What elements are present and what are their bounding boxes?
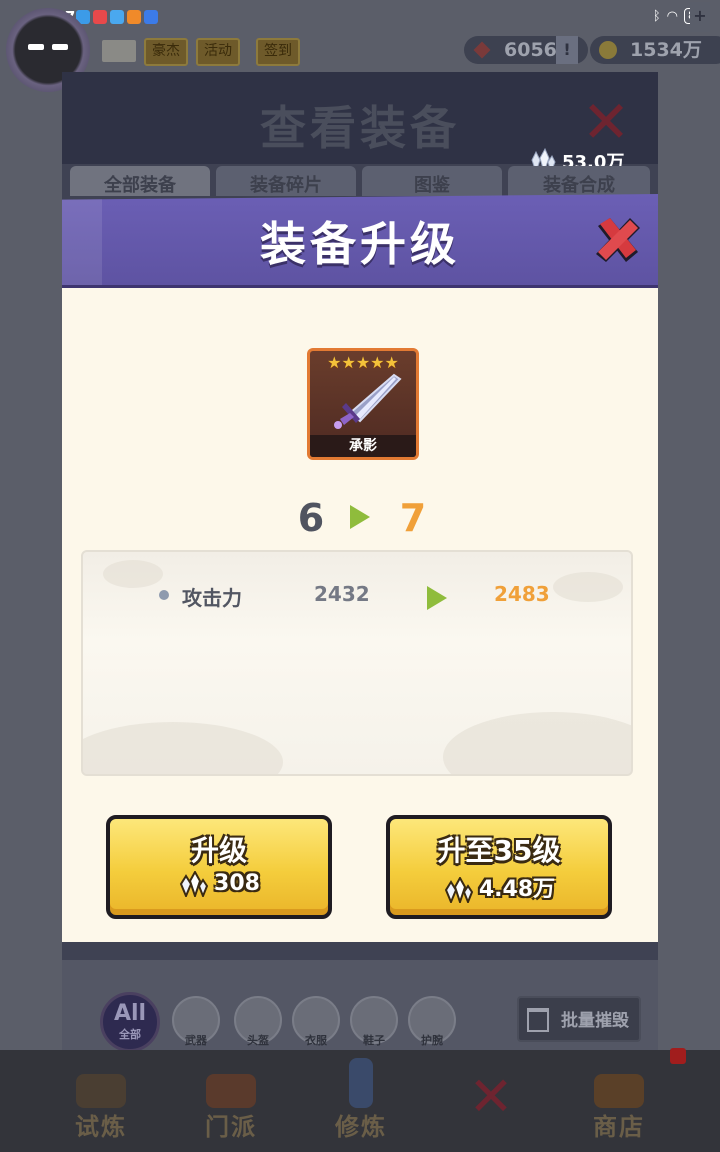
cloud-decoration xyxy=(443,712,631,774)
sect-icon xyxy=(206,1074,256,1108)
coupon-icon xyxy=(473,41,491,59)
status-bar: 6:47 ᛒ ◠ 80 xyxy=(0,0,720,34)
crystal-icon xyxy=(179,871,209,897)
gold-add-button[interactable]: + xyxy=(690,2,710,32)
crossed-swords-icon: ✕ xyxy=(468,1065,514,1128)
filter-weapon-label: 武器 xyxy=(185,1034,207,1047)
stat-bullet-icon xyxy=(159,590,169,600)
item-name: 承影 xyxy=(310,435,416,457)
filter-all-sublabel: 全部 xyxy=(119,1028,141,1041)
filter-helmet-label: 头盔 xyxy=(247,1034,269,1047)
gold-value: 1534万 xyxy=(630,39,702,61)
cloud-decoration xyxy=(83,722,283,774)
avatar-eye xyxy=(52,44,68,50)
mail-icon[interactable] xyxy=(102,40,136,62)
cloud-icon xyxy=(110,10,124,24)
upgrade-button[interactable]: 升级 308 xyxy=(106,815,332,919)
filter-all-button[interactable]: All 全部 xyxy=(100,992,160,1052)
stat-attack-next: 2483 xyxy=(494,582,550,606)
cloud-decoration xyxy=(103,560,163,588)
heroes-button[interactable]: 豪杰 xyxy=(144,38,188,66)
cloud-decoration xyxy=(553,572,623,602)
sword-icon xyxy=(334,373,402,429)
stat-attack-label: 攻击力 xyxy=(182,586,242,610)
tab-codex[interactable]: 图鉴 xyxy=(362,166,502,196)
checkin-button[interactable]: 签到 xyxy=(256,38,300,66)
upgrade-to-max-cost: 4.48万 xyxy=(390,871,608,903)
nav-cultivation-label: 修炼 xyxy=(335,1113,387,1141)
nav-shop-label: 商店 xyxy=(593,1113,645,1141)
tab-equipment-fragments[interactable]: 装备碎片 xyxy=(216,166,356,196)
events-button[interactable]: 活动 xyxy=(196,38,240,66)
bluetooth-icon: ᛒ xyxy=(652,8,661,24)
coupon-add-button[interactable]: ! xyxy=(556,36,578,64)
filter-shoes-label: 鞋子 xyxy=(363,1034,385,1047)
equipment-item-inner: ★★★★★ 承影 xyxy=(310,351,416,457)
gold-counter: 1534万 xyxy=(590,36,720,64)
level-next: 7 xyxy=(399,496,427,540)
stat-attack-current: 2432 xyxy=(314,582,370,606)
avatar-eye xyxy=(28,44,44,50)
app-notification-icon xyxy=(93,10,107,24)
batch-destroy-label: 批量摧毁 xyxy=(561,1011,629,1031)
upgrade-to-max-cost-value: 4.48万 xyxy=(478,877,556,902)
trash-icon xyxy=(527,1008,549,1032)
upgrade-cost-value: 308 xyxy=(214,871,260,896)
app-notification-icon xyxy=(144,10,158,24)
upgrade-to-max-label: 升至35级 xyxy=(437,834,561,867)
nav-trial[interactable]: 试炼 xyxy=(38,1050,164,1152)
nav-sect[interactable]: 门派 xyxy=(168,1050,294,1152)
notification-dot xyxy=(670,1048,686,1064)
tab-all-equipment[interactable]: 全部装备 xyxy=(70,166,210,196)
status-app-icons xyxy=(76,10,158,24)
nav-trial-label: 试炼 xyxy=(75,1113,127,1141)
level-current: 6 xyxy=(297,496,325,540)
gold-coin-icon xyxy=(599,41,617,59)
batch-destroy-button[interactable]: 批量摧毁 xyxy=(517,996,641,1042)
filter-all-label: All xyxy=(113,1001,147,1026)
filter-bracer-label: 护腕 xyxy=(421,1034,443,1047)
wifi-icon: ◠ xyxy=(666,8,678,24)
nav-battle[interactable]: ✕ xyxy=(428,1050,554,1152)
equipment-panel-close-icon[interactable]: ✕ xyxy=(580,93,632,151)
nav-cultivation[interactable]: 修炼 xyxy=(298,1050,424,1152)
trial-icon xyxy=(76,1074,126,1108)
stat-arrow-icon xyxy=(427,586,447,610)
shop-icon xyxy=(594,1074,644,1108)
close-icon[interactable] xyxy=(590,212,646,268)
tab-equipment-synthesis[interactable]: 装备合成 xyxy=(508,166,650,196)
coupon-value: 6056 xyxy=(504,39,557,61)
equipment-item-card: ★★★★★ 承影 xyxy=(307,348,419,460)
nav-sect-label: 门派 xyxy=(205,1113,257,1141)
cultivation-icon xyxy=(349,1058,373,1108)
filter-clothes-label: 衣服 xyxy=(305,1034,327,1047)
upgrade-cost: 308 xyxy=(110,871,328,897)
equipment-tab-strip: 全部装备 装备碎片 图鉴 装备合成 xyxy=(62,166,658,196)
upgrade-to-max-button[interactable]: 升至35级 4.48万 xyxy=(386,815,612,919)
level-arrow-icon xyxy=(350,505,370,529)
upgrade-button-label: 升级 xyxy=(190,834,247,867)
crystal-icon xyxy=(444,877,473,903)
nav-shop[interactable]: 商店 xyxy=(556,1050,682,1152)
video-app-icon xyxy=(127,10,141,24)
